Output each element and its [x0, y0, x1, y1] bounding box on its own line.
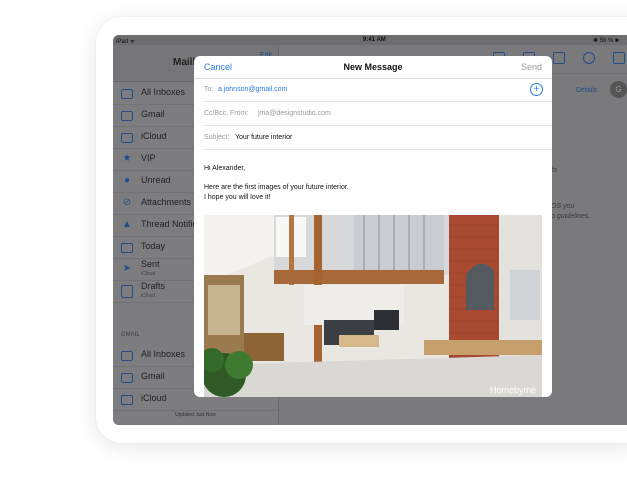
status-carrier: iPad ᯤ — [116, 39, 136, 45]
sidebar-item-label: Today — [141, 241, 166, 251]
inbox-tray-icon — [121, 373, 133, 383]
compose-title: New Message — [343, 62, 403, 72]
message-text-fragment: OS you — [551, 203, 575, 210]
message-text-fragment: o guidelines. — [551, 213, 591, 220]
bell-icon: ▲ — [122, 219, 132, 230]
sidebar-item-sublabel: iCloud — [141, 293, 156, 299]
to-label: To: — [204, 86, 214, 93]
paper-plane-icon: ➤ — [122, 263, 132, 274]
status-bar: iPad ᯤ 9:41 AM ✱ 58 % ■ — [113, 35, 627, 45]
paperclip-icon: ⊘ — [122, 197, 132, 208]
body-greeting[interactable]: Hi Alexander, — [204, 165, 245, 172]
inbox-tray-icon — [121, 395, 133, 405]
body-line-2[interactable]: I hope you will love it! — [204, 194, 271, 201]
to-field[interactable]: To: a.johnson@gmail.com + — [204, 78, 552, 102]
body-line-1[interactable]: Here are the first images of your future… — [204, 184, 349, 191]
updated-status: Updated Just Now — [175, 412, 216, 418]
sidebar-item-label: Unread — [141, 175, 171, 185]
status-battery: ✱ 58 % ■ — [593, 38, 619, 44]
subject-value[interactable]: Your future interior — [235, 134, 292, 141]
reply-icon[interactable] — [583, 52, 595, 64]
section-header-gmail: GMAIL — [121, 332, 140, 338]
homebyme-watermark: Homebyme — [489, 385, 536, 395]
status-time: 9:41 AM — [363, 37, 386, 43]
details-link[interactable]: Details — [576, 87, 597, 94]
to-recipient[interactable]: a.johnson@gmail.com — [218, 86, 287, 93]
sidebar-item-sublabel: iCloud — [141, 271, 156, 277]
sidebar-item-label: Sent — [141, 259, 160, 269]
subject-field[interactable]: Subject: Your future interior — [204, 126, 552, 150]
add-recipient-icon[interactable]: + — [530, 83, 543, 96]
compose-sheet: Cancel New Message Send To: a.johnson@gm… — [194, 56, 552, 397]
sidebar-item-label: All Inboxes — [141, 349, 186, 359]
sidebar-item-label: Attachments — [141, 197, 192, 207]
dot-icon: ● — [123, 175, 131, 186]
sidebar-item-label: Drafts — [141, 281, 166, 291]
inbox-tray-icon — [121, 111, 133, 121]
cc-bcc-field[interactable]: Cc/Bcc, From: jma@designstudio.com — [204, 102, 552, 126]
sidebar-item-label: Gmail — [141, 371, 165, 381]
from-value: jma@designstudio.com — [258, 110, 331, 117]
interior-render — [204, 215, 542, 397]
calendar-icon — [121, 243, 133, 253]
inbox-tray-icon — [121, 351, 133, 361]
document-icon — [121, 285, 133, 298]
sidebar-item-label: All Inboxes — [141, 87, 186, 97]
compose-navbar: Cancel New Message Send — [194, 56, 552, 79]
sidebar-item-label: Gmail — [141, 109, 165, 119]
sidebar-item-label: VIP — [141, 153, 156, 163]
sidebar-item-label: iCloud — [141, 131, 167, 141]
compose-icon[interactable] — [613, 52, 625, 64]
sidebar-item-label: iCloud — [141, 393, 167, 403]
attached-interior-image[interactable]: Homebyme — [204, 215, 542, 397]
inbox-tray-icon — [121, 89, 133, 99]
subject-label: Subject: — [204, 134, 230, 141]
star-icon: ★ — [122, 153, 132, 164]
cc-label: Cc/Bcc, From: — [204, 110, 249, 117]
archive-icon[interactable] — [553, 52, 565, 64]
avatar: G — [610, 81, 627, 98]
inbox-tray-icon — [121, 133, 133, 143]
send-button[interactable]: Send — [521, 62, 542, 72]
